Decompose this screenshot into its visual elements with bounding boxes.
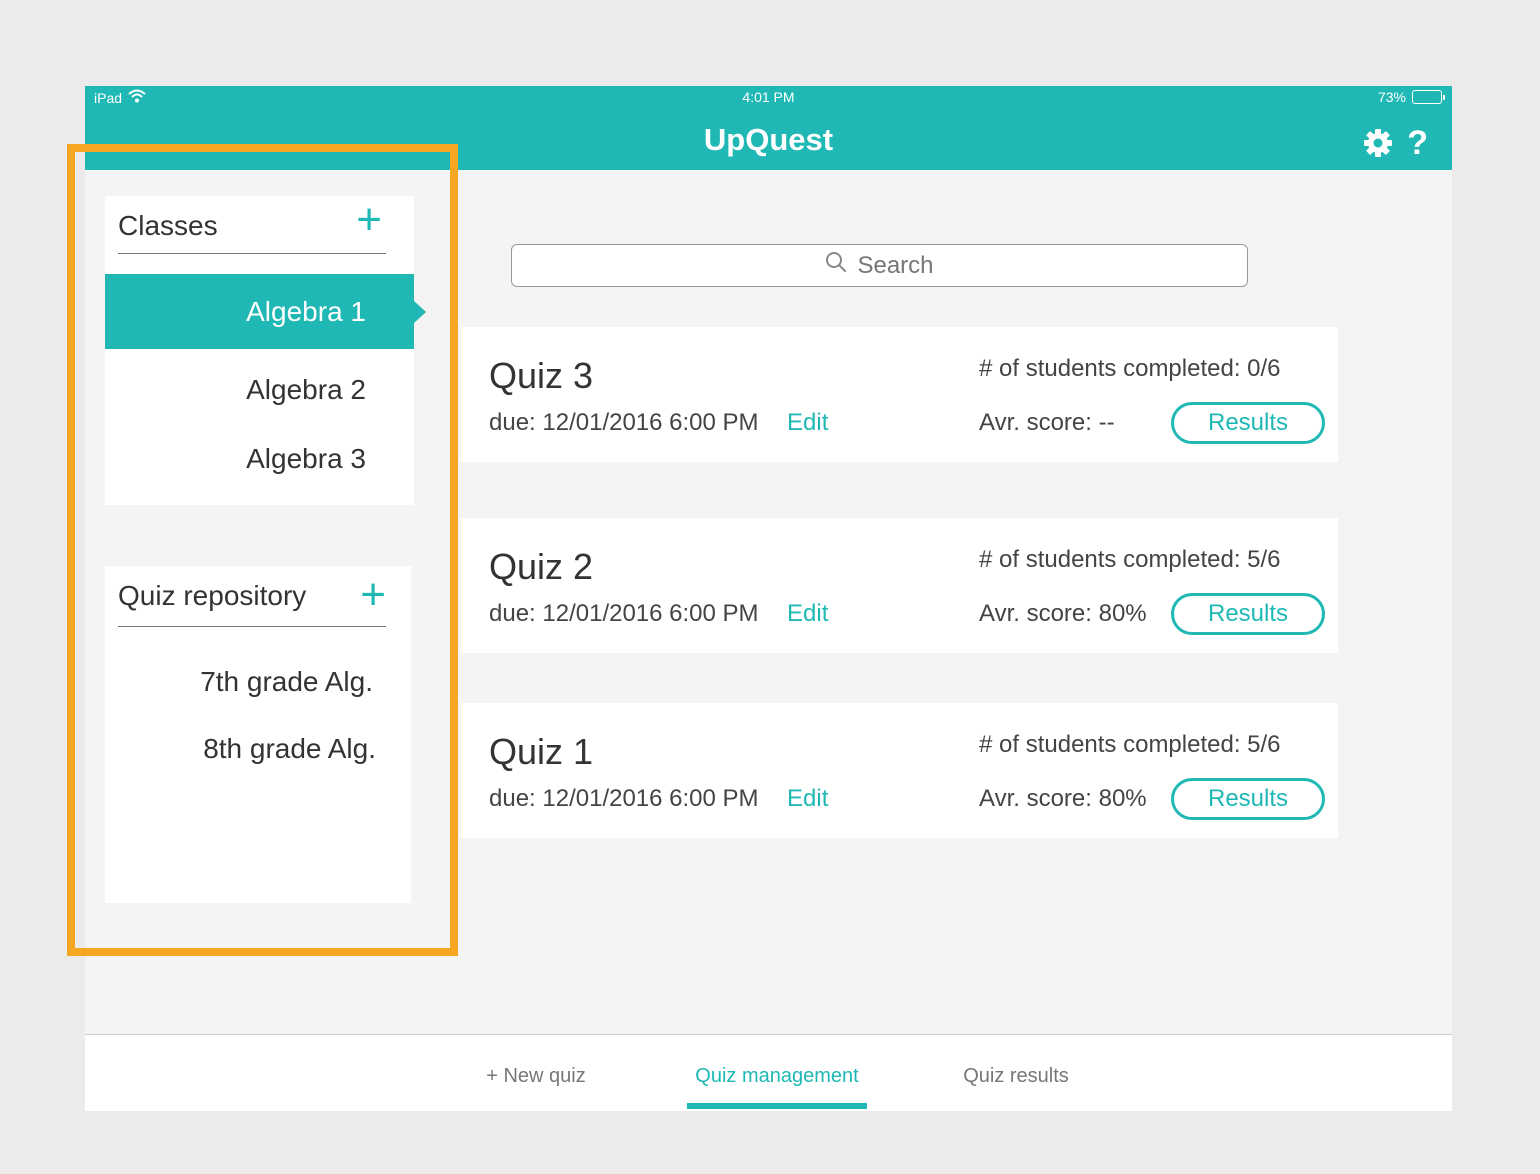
quiz-average-score: Avr. score: 80% [979,785,1147,812]
status-bar: iPad 4:01 PM 73% [85,86,1452,110]
quiz-edit-link[interactable]: Edit [787,600,828,628]
quiz-name: Quiz 1 [489,731,594,772]
quiz-average-score: Avr. score: 80% [979,600,1147,627]
search-input[interactable]: Search [511,244,1248,287]
quiz-repository-panel: Quiz repository + 7th grade Alg. 8th gra… [105,566,411,903]
quiz-due-date: due: 12/01/2016 6:00 PM [489,785,759,812]
battery-icon [1412,90,1445,104]
quiz-completed-count: # of students completed: 5/6 [979,731,1281,758]
tab-quiz-results[interactable]: Quiz results [919,1065,1113,1088]
active-tab-indicator [687,1103,867,1109]
search-placeholder: Search [857,251,934,279]
repository-item-8th-grade[interactable]: 8th grade Alg. [105,733,376,765]
app-header: UpQuest ? [85,110,1452,170]
app-title: UpQuest [703,122,834,157]
class-item-algebra-1[interactable]: Algebra 1 [105,274,426,349]
quiz-repository-header: Quiz repository + [118,566,386,627]
quiz-card: Quiz 1 due: 12/01/2016 6:00 PM Edit # of… [461,703,1338,838]
repository-item-7th-grade[interactable]: 7th grade Alg. [105,666,373,698]
gear-icon[interactable] [1363,128,1393,158]
results-button[interactable]: Results [1171,593,1325,635]
classes-header: Classes + [118,196,386,254]
ipad-screen: iPad 4:01 PM 73% UpQuest ? Classes + Alg… [85,86,1452,1111]
quiz-name: Quiz 2 [489,546,594,587]
header-actions: ? [1363,126,1428,160]
results-button[interactable]: Results [1171,778,1325,820]
quiz-card: Quiz 3 due: 12/01/2016 6:00 PM Edit # of… [461,327,1338,462]
quiz-due-date: due: 12/01/2016 6:00 PM [489,600,759,627]
quiz-average-score: Avr. score: -- [979,409,1115,436]
quiz-edit-link[interactable]: Edit [787,409,828,437]
class-item-algebra-2[interactable]: Algebra 2 [105,352,414,427]
bottom-tab-bar: + New quiz Quiz management Quiz results [85,1034,1452,1111]
classes-panel: Classes + Algebra 1 Algebra 2 Algebra 3 [105,196,426,505]
quiz-completed-count: # of students completed: 0/6 [979,355,1281,382]
quiz-completed-count: # of students completed: 5/6 [979,546,1281,573]
results-button[interactable]: Results [1171,402,1325,444]
quiz-card: Quiz 2 due: 12/01/2016 6:00 PM Edit # of… [461,518,1338,653]
status-time: 4:01 PM [742,89,795,105]
quiz-repository-title: Quiz repository [118,580,307,611]
tab-quiz-management[interactable]: Quiz management [677,1065,877,1088]
tab-new-quiz[interactable]: + New quiz [435,1065,637,1088]
quiz-name: Quiz 3 [489,355,594,396]
search-icon [825,251,847,280]
add-class-button[interactable]: + [356,198,382,242]
help-icon[interactable]: ? [1407,126,1428,160]
status-bar-right: 73% [1377,89,1445,105]
add-repository-button[interactable]: + [360,573,386,617]
quiz-edit-link[interactable]: Edit [787,785,828,813]
battery-percent: 73% [1377,89,1406,105]
quiz-due-date: due: 12/01/2016 6:00 PM [489,409,759,436]
class-item-algebra-3[interactable]: Algebra 3 [105,421,414,496]
classes-title: Classes [118,210,218,241]
